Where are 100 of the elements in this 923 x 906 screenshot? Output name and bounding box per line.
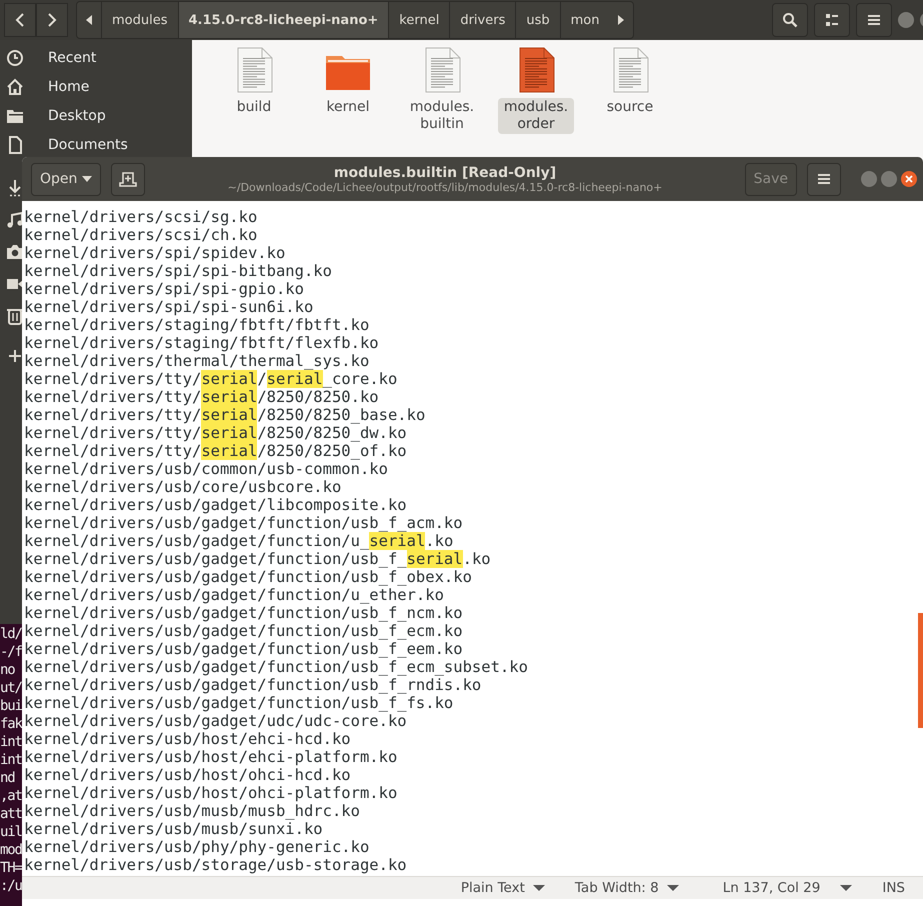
scroll-right-icon [617,15,626,25]
terminal-line: int [0,751,23,769]
close-icon [904,174,914,184]
music-icon [6,211,24,229]
sidebar-item[interactable]: Documents [48,136,128,152]
document-icon [6,136,24,154]
path-crumb[interactable]: mon [560,2,610,38]
code-line: kernel/drivers/tty/serial/8250/8250_base.ko [24,406,426,424]
code-line: kernel/drivers/usb/musb/sunxi.ko [24,820,323,838]
file-name[interactable]: modules.builtin [404,98,480,134]
language-selector[interactable]: Plain Text [460,880,545,896]
code-line: kernel/drivers/usb/host/ehci-hcd.ko [24,730,351,748]
caret-icon [666,885,679,891]
code-line: kernel/drivers/spi/spidev.ko [24,244,286,262]
code-line: kernel/drivers/usb/host/ohci-platform.ko [24,784,398,802]
code-line: kernel/drivers/usb/phy/phy-generic.ko [24,838,370,856]
terminal-line: ut/ [0,679,23,697]
file-name[interactable]: source [592,98,668,117]
caret-icon [840,885,852,891]
home-icon [6,78,24,96]
path-crumb[interactable]: drivers [449,2,516,38]
search-button[interactable] [772,3,808,37]
search-icon [782,12,798,28]
caret-icon [532,885,545,891]
code-line: kernel/drivers/usb/host/ehci-platform.ko [24,748,398,766]
scrollbar-thumb[interactable] [918,613,923,728]
code-line: kernel/drivers/usb/gadget/function/usb_f_obex.ko [24,568,472,586]
code-line: kernel/drivers/spi/spi-gpio.ko [24,280,304,298]
code-line: kernel/drivers/tty/serial/8250/8250_of.ko [24,442,407,460]
path-crumb[interactable]: kernel [388,2,450,38]
menu-button[interactable] [807,162,841,196]
caret-icon [82,176,92,182]
file-name[interactable]: modules.order [498,98,574,134]
code-line: kernel/drivers/usb/gadget/function/usb_f_rndis.ko [24,676,482,694]
terminal-line: bui [0,697,23,715]
sidebar-item[interactable]: Desktop [48,108,106,124]
scroll-left-icon [85,15,93,25]
code-line: kernel/drivers/usb/gadget/function/usb_f_ecm_subset.ko [24,658,528,676]
list-view-icon [825,13,839,27]
terminal-line: fak [0,715,23,733]
code-line: kernel/drivers/usb/common/usb-common.ko [24,460,388,478]
terminal-line: TH= [0,859,23,877]
plus-icon [6,347,24,365]
window-title: modules.builtin [Read-Only] [334,164,556,180]
code-line: kernel/drivers/usb/gadget/function/usb_f_serial.ko [24,550,491,568]
path-crumb[interactable]: usb [515,2,560,38]
view-options-button[interactable] [814,3,850,37]
file-path: ~/Downloads/Code/Lichee/output/rootfs/lib/modules/4.15.0-rc8-licheepi-nano+ [228,180,662,194]
code-line: kernel/drivers/usb/musb/musb_hdrc.ko [24,802,360,820]
position-menu-button[interactable] [840,885,852,891]
clock-icon [6,48,24,66]
minimize-button[interactable] [898,12,914,28]
code-line: kernel/drivers/usb/gadget/function/u_ether.ko [24,586,444,604]
menu-icon [817,172,831,186]
code-line: kernel/drivers/usb/host/ohci-hcd.ko [24,766,351,784]
code-line: kernel/drivers/spi/spi-bitbang.ko [24,262,332,280]
code-line: kernel/drivers/spi/spi-sun6i.ko [24,298,314,316]
terminal-line: uil [0,823,23,841]
trash-icon [6,307,24,325]
code-line: kernel/drivers/usb/gadget/function/usb_f_eem.ko [24,640,463,658]
terminal-line: -/f [0,643,23,661]
code-line: kernel/drivers/thermal/thermal_sys.ko [24,352,370,370]
terminal-line: no [0,661,16,679]
chevron-right-icon [46,13,58,27]
code-line: kernel/drivers/usb/core/usbcore.ko [24,478,342,496]
forward-button[interactable] [36,3,68,37]
terminal-line: ,at [0,787,23,805]
terminal-line: int [0,733,23,751]
code-line: kernel/drivers/usb/gadget/function/usb_f_ecm.ko [24,622,463,640]
terminal-line: nd [0,769,16,787]
camera-icon [6,243,24,261]
insert-mode: INS [882,880,905,896]
path-crumb[interactable]: 4.15.0-rc8-licheepi-nano+ [178,2,388,38]
terminal-line: :/u [0,877,23,895]
new-tab-icon [119,171,138,187]
code-line: kernel/drivers/usb/gadget/function/usb_f_acm.ko [24,514,463,532]
close-button[interactable] [901,171,917,187]
code-line: kernel/drivers/usb/gadget/function/usb_f_ncm.ko [24,604,463,622]
terminal-line: ld/ [0,625,23,643]
code-line: kernel/drivers/usb/gadget/libcomposite.ko [24,496,407,514]
terminal-line: att [0,805,23,823]
cursor-position: Ln 137, Col 29 [722,880,820,896]
tab-width-selector[interactable]: Tab Width: 8 [574,880,679,896]
menu-icon [867,13,881,27]
code-line: kernel/drivers/staging/fbtft/flexfb.ko [24,334,379,352]
code-line: kernel/drivers/usb/gadget/function/usb_f_fs.ko [24,694,454,712]
code-line: kernel/drivers/staging/fbtft/fbtft.ko [24,316,370,334]
file-name[interactable]: build [216,98,292,117]
code-line: kernel/drivers/usb/storage/usb-storage.ko [24,856,407,874]
back-button[interactable] [4,3,36,37]
terminal-line: mod [0,841,23,859]
sidebar-item[interactable]: Recent [48,50,96,66]
file-name[interactable]: kernel [310,98,386,117]
code-line: kernel/drivers/tty/serial/8250/8250_dw.ko [24,424,407,442]
open-button[interactable]: Open [31,162,102,196]
new-tab-button[interactable] [111,162,146,196]
sidebar-item[interactable]: Home [48,78,90,94]
chevron-left-icon [14,13,26,27]
menu-button[interactable] [856,3,892,37]
code-line: kernel/drivers/scsi/ch.ko [24,226,258,244]
